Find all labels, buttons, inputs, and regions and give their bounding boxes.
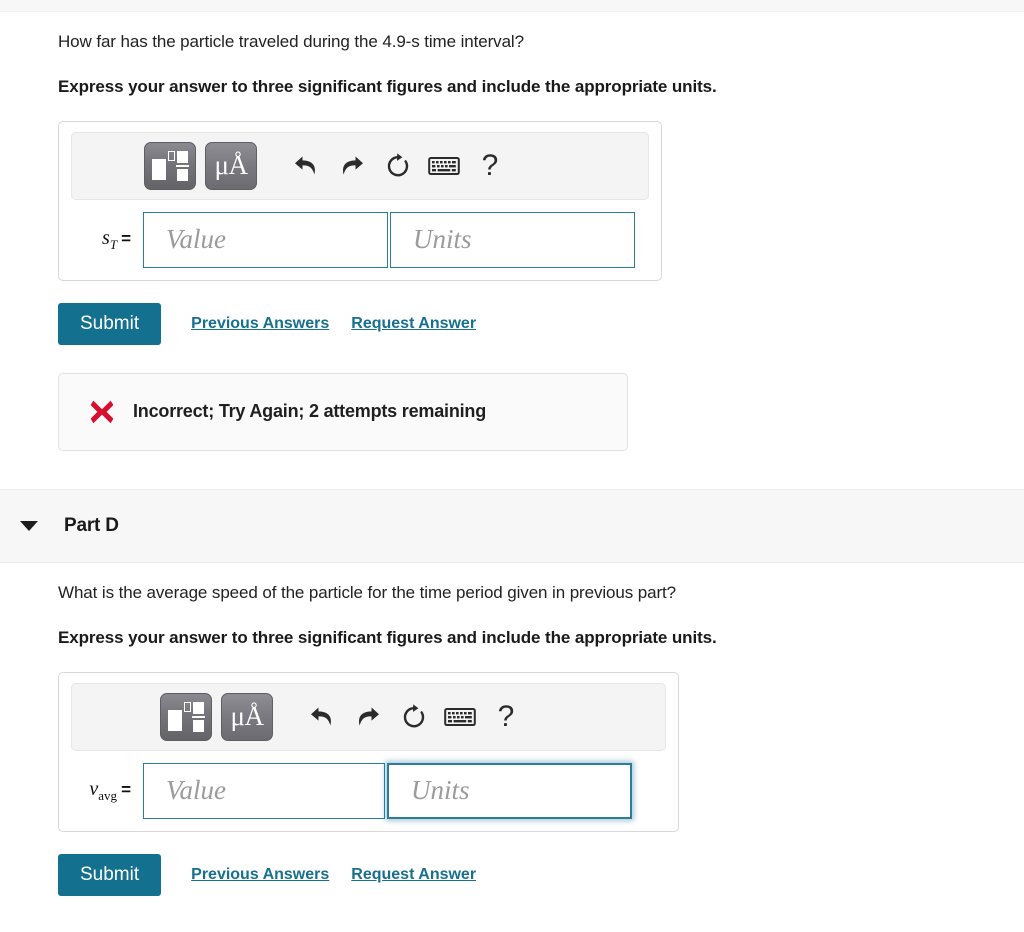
help-icon-label: ? — [481, 148, 499, 182]
part-d-header[interactable]: Part D — [0, 488, 1024, 563]
chevron-down-icon[interactable] — [20, 520, 38, 531]
part-c-value-input[interactable]: Value — [143, 211, 388, 268]
part-d-math-toolbar: μÅ ? — [71, 682, 666, 751]
part-d-variable-symbol: v — [89, 777, 99, 800]
units-micro-angstrom-icon[interactable]: μÅ — [221, 692, 273, 741]
part-d-question: What is the average speed of the particl… — [58, 582, 677, 602]
part-c-request-answer-link[interactable]: Request Answer — [351, 315, 476, 333]
math-template-icon[interactable] — [144, 141, 196, 190]
undo-icon[interactable] — [299, 694, 345, 740]
part-d-request-answer-link[interactable]: Request Answer — [351, 866, 476, 884]
part-d-body: What is the average speed of the particl… — [0, 563, 1024, 896]
part-c-previous-answers-link[interactable]: Previous Answers — [191, 315, 329, 333]
part-c-feedback-text: Incorrect; Try Again; 2 attempts remaini… — [133, 401, 487, 422]
part-c-question: How far has the particle traveled during… — [58, 32, 524, 51]
part-d-title: Part D — [64, 514, 119, 536]
part-c-math-toolbar: μÅ ? — [71, 131, 649, 200]
units-icon-label: μÅ — [230, 701, 264, 732]
part-c-feedback: Incorrect; Try Again; 2 attempts remaini… — [58, 372, 628, 451]
help-icon[interactable]: ? — [467, 143, 513, 189]
part-c-body: How far has the particle traveled during… — [0, 12, 1024, 451]
page-top-strip — [0, 0, 1024, 12]
keyboard-icon[interactable] — [421, 143, 467, 189]
part-c-variable-label: sT = — [71, 227, 143, 253]
part-c-equals-sign: = — [121, 228, 131, 248]
part-c-submit-button[interactable]: Submit — [58, 302, 162, 345]
part-d-input-row: vavg = Value Units — [71, 762, 666, 819]
part-d-variable-label: vavg = — [71, 778, 143, 804]
part-d-variable-subscript: avg — [98, 787, 118, 803]
part-d-value-input[interactable]: Value — [143, 762, 385, 819]
part-c-variable-symbol: s — [102, 226, 110, 249]
help-icon[interactable]: ? — [483, 694, 529, 740]
math-template-icon[interactable] — [160, 692, 212, 741]
part-d-equals-sign: = — [121, 779, 131, 799]
part-d-units-input[interactable]: Units — [387, 762, 632, 819]
part-c-input-row: sT = Value Units — [71, 211, 649, 268]
problem-page: How far has the particle traveled during… — [0, 0, 1024, 932]
redo-icon[interactable] — [345, 694, 391, 740]
part-c-instruction: Express your answer to three significant… — [58, 76, 717, 96]
part-c-variable-subscript: T — [109, 236, 118, 252]
reset-icon[interactable] — [375, 143, 421, 189]
reset-icon[interactable] — [391, 694, 437, 740]
units-micro-angstrom-icon[interactable]: μÅ — [205, 141, 257, 190]
part-c-actions: Submit Previous Answers Request Answer — [58, 302, 1024, 345]
incorrect-x-icon — [90, 400, 114, 424]
part-c-answer-box: μÅ ? sT = Value Units — [58, 120, 662, 281]
units-icon-label: μÅ — [214, 150, 248, 181]
part-d-previous-answers-link[interactable]: Previous Answers — [191, 866, 329, 884]
part-d-submit-button[interactable]: Submit — [58, 853, 162, 896]
redo-icon[interactable] — [329, 143, 375, 189]
part-d-instruction: Express your answer to three significant… — [58, 627, 717, 647]
part-d-answer-box: μÅ ? vavg = Value Units — [58, 671, 679, 832]
keyboard-icon[interactable] — [437, 694, 483, 740]
part-c-units-input[interactable]: Units — [390, 211, 635, 268]
undo-icon[interactable] — [283, 143, 329, 189]
help-icon-label: ? — [497, 699, 515, 733]
part-d-actions: Submit Previous Answers Request Answer — [58, 853, 1024, 896]
